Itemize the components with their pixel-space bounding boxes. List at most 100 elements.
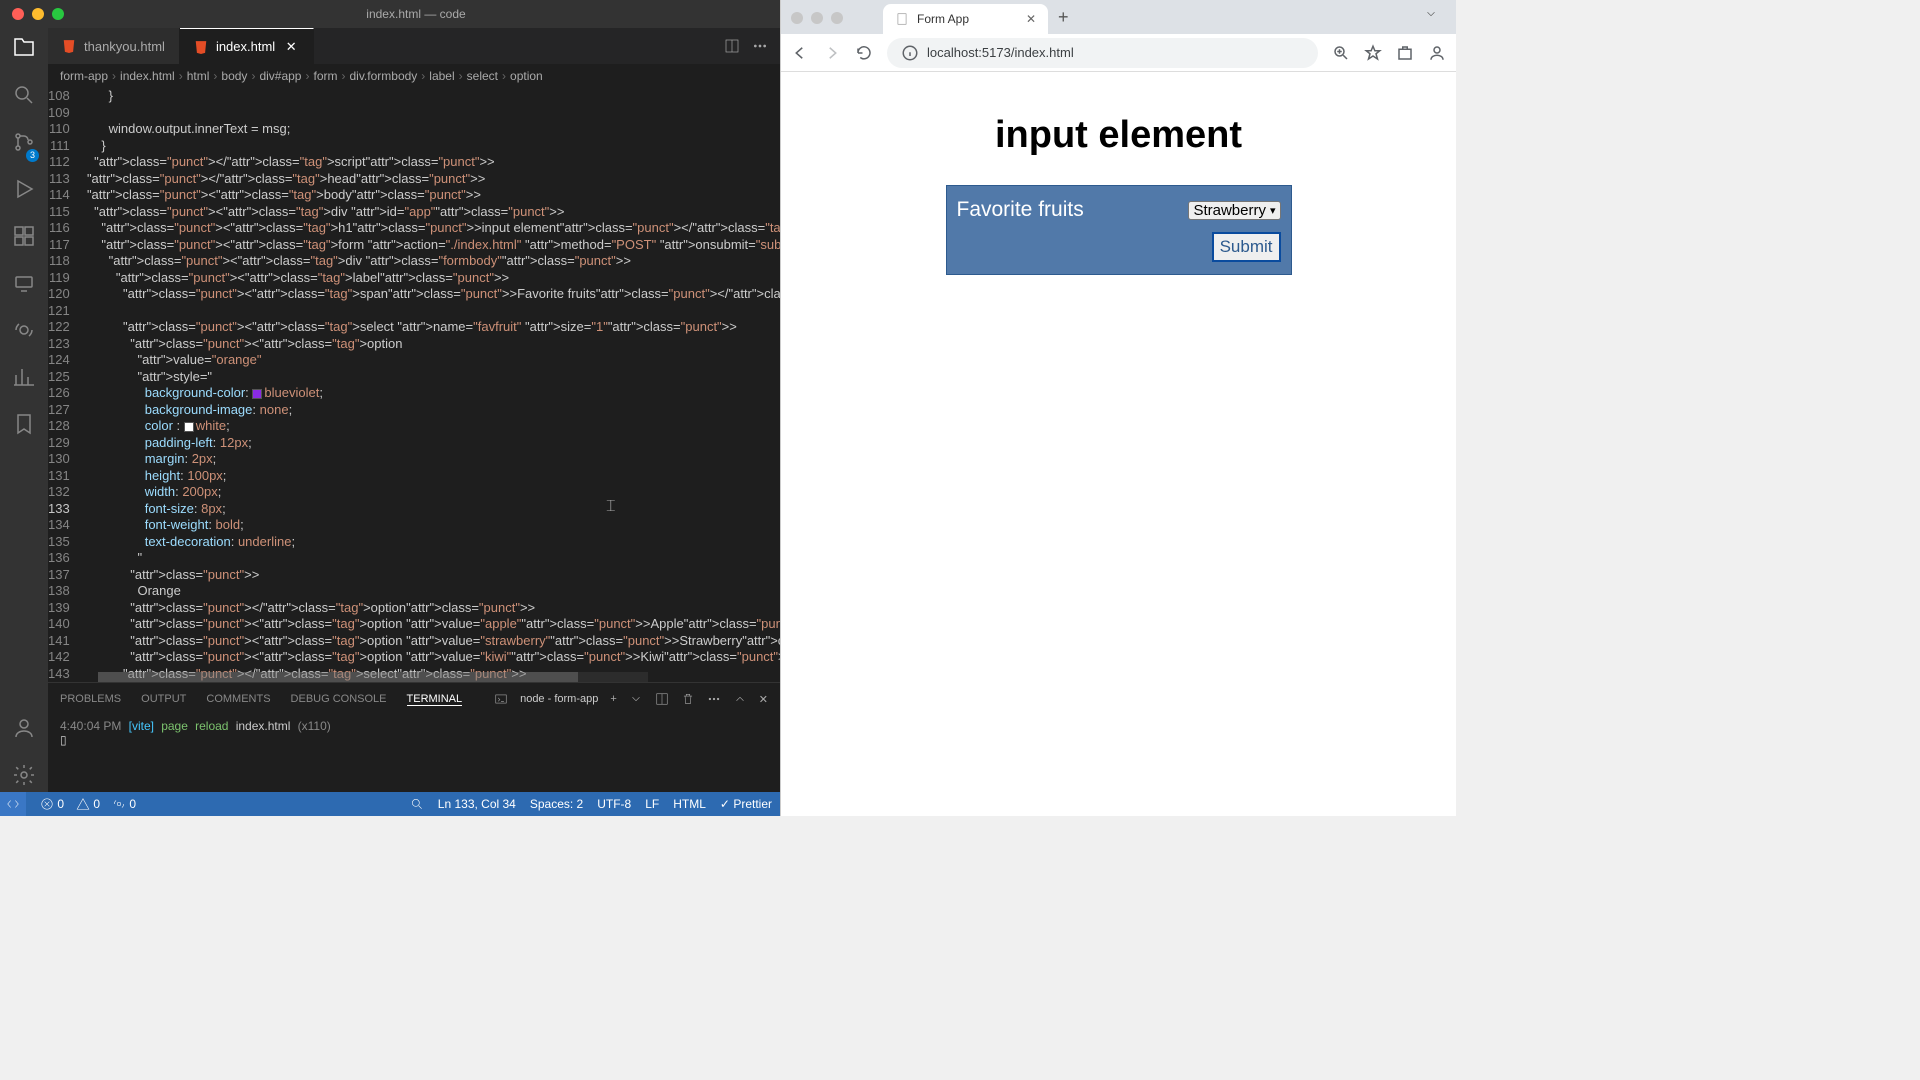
close-panel-icon[interactable]: ✕ bbox=[759, 693, 768, 706]
page-icon bbox=[895, 12, 909, 26]
bookmark-icon[interactable] bbox=[12, 412, 36, 441]
html-file-icon bbox=[62, 39, 76, 53]
source-control-icon[interactable] bbox=[12, 130, 36, 159]
tab-label: thankyou.html bbox=[84, 39, 165, 54]
chart-icon[interactable] bbox=[12, 365, 36, 394]
search-status-icon[interactable] bbox=[410, 797, 424, 811]
trash-icon[interactable] bbox=[681, 692, 695, 706]
browser-window: Form App ✕ + localhost:5173/index.html i… bbox=[780, 0, 1456, 816]
window-controls bbox=[12, 8, 64, 20]
html-file-icon bbox=[194, 40, 208, 54]
panel-tab-terminal[interactable]: TERMINAL bbox=[407, 693, 463, 706]
breadcrumb-item[interactable]: index.html bbox=[120, 69, 175, 83]
status-lang[interactable]: HTML bbox=[673, 797, 706, 811]
terminal-task-icon[interactable] bbox=[494, 692, 508, 706]
window-title: index.html — code bbox=[64, 7, 768, 21]
close-icon[interactable]: ✕ bbox=[283, 39, 299, 55]
status-eol[interactable]: LF bbox=[645, 797, 659, 811]
breadcrumb-item[interactable]: select bbox=[467, 69, 498, 83]
address-bar[interactable]: localhost:5173/index.html bbox=[887, 38, 1318, 68]
bookmark-icon[interactable] bbox=[1364, 44, 1382, 62]
status-spaces[interactable]: Spaces: 2 bbox=[530, 797, 583, 811]
status-ports[interactable]: 0 bbox=[112, 797, 136, 812]
submit-button[interactable]: Submit bbox=[1212, 232, 1281, 262]
breadcrumb-item[interactable]: html bbox=[187, 69, 210, 83]
zoom-window[interactable] bbox=[831, 12, 843, 24]
breadcrumb-item[interactable]: label bbox=[429, 69, 454, 83]
new-tab-button[interactable]: + bbox=[1048, 7, 1079, 34]
url-text: localhost:5173/index.html bbox=[927, 45, 1074, 60]
page-content: input element Favorite fruits Strawberry… bbox=[781, 72, 1456, 816]
browser-tab-title: Form App bbox=[917, 12, 969, 26]
tabs-overflow-icon[interactable] bbox=[1416, 7, 1446, 34]
form-label: Favorite fruits bbox=[957, 198, 1084, 222]
live-icon[interactable] bbox=[12, 318, 36, 347]
status-lncol[interactable]: Ln 133, Col 34 bbox=[438, 797, 516, 811]
panel-tab-comments[interactable]: COMMENTS bbox=[206, 693, 270, 705]
breadcrumb-item[interactable]: option bbox=[510, 69, 543, 83]
activity-bar bbox=[0, 28, 48, 792]
code-content[interactable]: } window.output.innerText = msg; } "attr… bbox=[80, 88, 780, 682]
tab-thankyou[interactable]: thankyou.html bbox=[48, 28, 180, 64]
split-editor-icon[interactable] bbox=[724, 38, 740, 54]
remote-icon[interactable] bbox=[12, 271, 36, 300]
breadcrumbs[interactable]: form-app›index.html›html›body›div#app›fo… bbox=[48, 64, 780, 88]
tab-label: index.html bbox=[216, 39, 275, 54]
more-icon[interactable] bbox=[707, 692, 721, 706]
status-prettier[interactable]: ✓ Prettier bbox=[720, 797, 772, 811]
titlebar: index.html — code bbox=[0, 0, 780, 28]
reload-icon[interactable] bbox=[855, 44, 873, 62]
browser-window-controls bbox=[791, 12, 843, 34]
account-icon[interactable] bbox=[12, 716, 36, 745]
code-editor[interactable]: 1081091101111121131141151161171181191201… bbox=[48, 88, 780, 682]
tab-index[interactable]: index.html ✕ bbox=[180, 28, 314, 64]
maximize-icon[interactable] bbox=[733, 692, 747, 706]
close-window[interactable] bbox=[791, 12, 803, 24]
terminal-task-label[interactable]: node - form-app bbox=[520, 693, 598, 705]
panel-tab-output[interactable]: OUTPUT bbox=[141, 693, 186, 705]
close-window[interactable] bbox=[12, 8, 24, 20]
terminal-output[interactable]: 4:40:04 PM [vite] page reload index.html… bbox=[48, 715, 780, 792]
minimize-window[interactable] bbox=[811, 12, 823, 24]
horizontal-scrollbar[interactable] bbox=[98, 672, 648, 682]
remote-indicator[interactable] bbox=[0, 792, 26, 816]
page-heading: input element bbox=[995, 114, 1242, 157]
back-icon[interactable] bbox=[791, 44, 809, 62]
close-tab-icon[interactable]: ✕ bbox=[1026, 12, 1036, 26]
status-bar: 0 0 0 Ln 133, Col 34 Spaces: 2 UTF-8 LF … bbox=[0, 792, 780, 816]
extensions-icon[interactable] bbox=[1396, 44, 1414, 62]
site-info-icon[interactable] bbox=[901, 44, 919, 62]
run-debug-icon[interactable] bbox=[12, 177, 36, 206]
zoom-window[interactable] bbox=[52, 8, 64, 20]
status-errors[interactable]: 0 bbox=[40, 797, 64, 812]
line-gutter: 1081091101111121131141151161171181191201… bbox=[48, 88, 80, 682]
editor-tabs: thankyou.html index.html ✕ bbox=[48, 28, 780, 64]
breadcrumb-item[interactable]: form bbox=[313, 69, 337, 83]
extensions-icon[interactable] bbox=[12, 224, 36, 253]
profile-icon[interactable] bbox=[1428, 44, 1446, 62]
browser-tab[interactable]: Form App ✕ bbox=[883, 4, 1048, 34]
status-encoding[interactable]: UTF-8 bbox=[597, 797, 631, 811]
breadcrumb-item[interactable]: form-app bbox=[60, 69, 108, 83]
chevron-down-icon: ▾ bbox=[1270, 204, 1276, 217]
split-terminal-icon[interactable] bbox=[655, 692, 669, 706]
settings-icon[interactable] bbox=[12, 763, 36, 792]
text-cursor-icon: ⌶ bbox=[606, 499, 616, 516]
new-terminal-icon[interactable]: + bbox=[610, 693, 616, 705]
chevron-down-icon[interactable] bbox=[629, 692, 643, 706]
breadcrumb-item[interactable]: body bbox=[221, 69, 247, 83]
select-value: Strawberry bbox=[1193, 202, 1266, 219]
explorer-icon[interactable] bbox=[12, 36, 36, 65]
forward-icon[interactable] bbox=[823, 44, 841, 62]
minimize-window[interactable] bbox=[32, 8, 44, 20]
more-icon[interactable] bbox=[752, 38, 768, 54]
search-icon[interactable] bbox=[12, 83, 36, 112]
zoom-icon[interactable] bbox=[1332, 44, 1350, 62]
breadcrumb-item[interactable]: div.formbody bbox=[349, 69, 417, 83]
form-body: Favorite fruits Strawberry ▾ Submit bbox=[946, 185, 1292, 275]
panel-tab-problems[interactable]: PROBLEMS bbox=[60, 693, 121, 705]
fruit-select[interactable]: Strawberry ▾ bbox=[1188, 201, 1280, 220]
breadcrumb-item[interactable]: div#app bbox=[259, 69, 301, 83]
panel-tab-debug[interactable]: DEBUG CONSOLE bbox=[291, 693, 387, 705]
status-warnings[interactable]: 0 bbox=[76, 797, 100, 812]
